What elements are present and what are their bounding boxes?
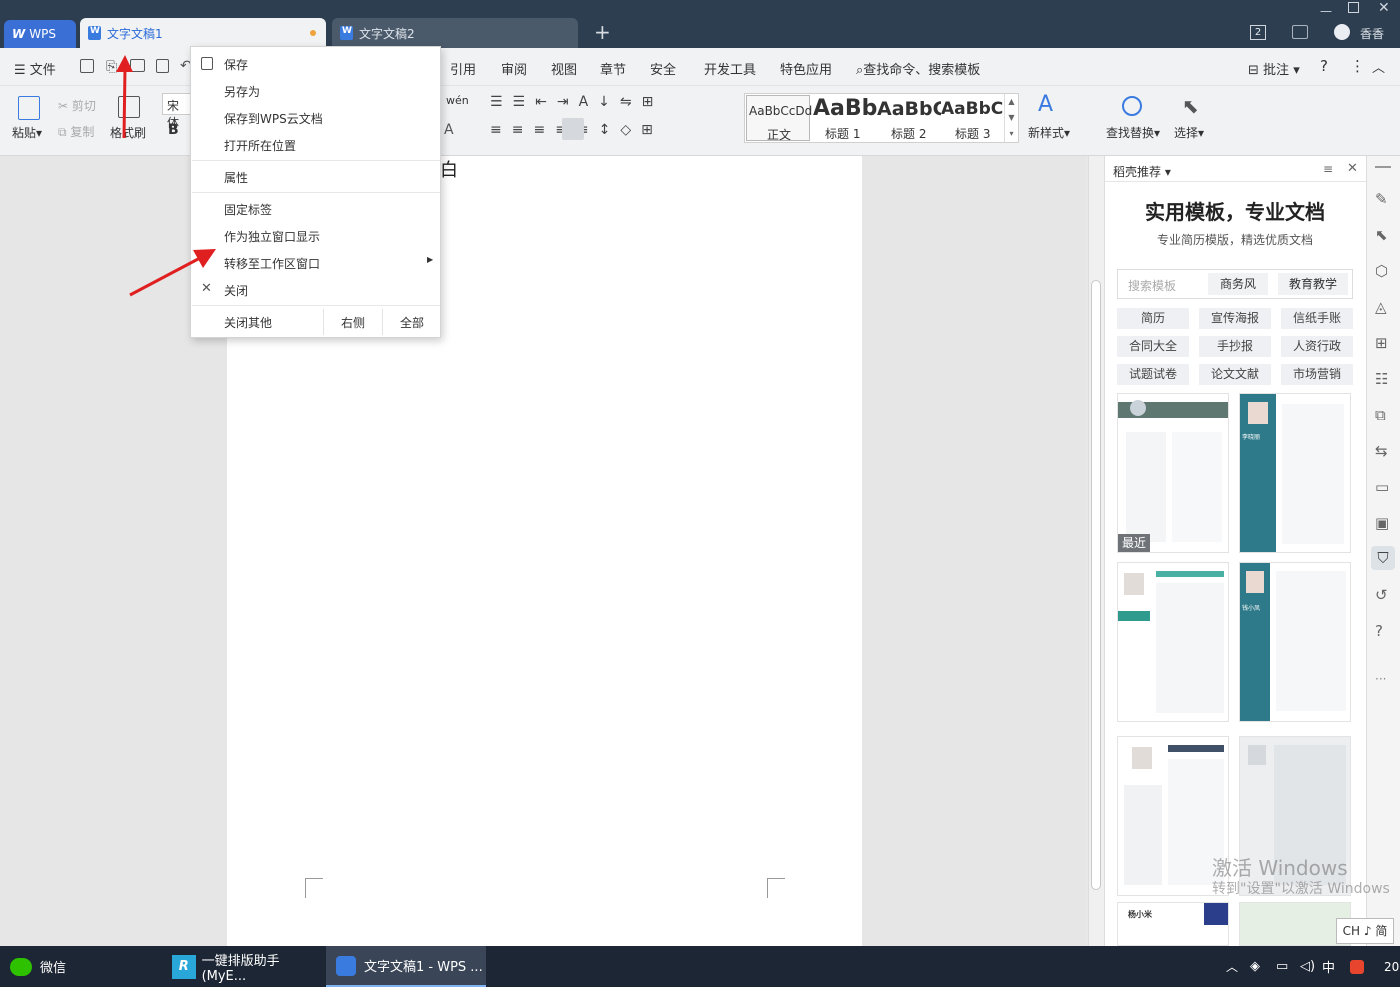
taskbar-label: 微信 — [40, 961, 67, 976]
sogou-logo-icon — [1350, 959, 1364, 974]
taskbar: 微信 R 一键排版助手(MyE... 文字文稿1 - WPS ... ︿ ◈ ▭… — [0, 946, 1400, 987]
annotation-arrows — [116, 55, 216, 297]
sogou-icon[interactable] — [1350, 946, 1364, 987]
clock[interactable]: 20 — [1384, 946, 1399, 987]
wechat-icon — [10, 957, 32, 976]
tray-expand-icon[interactable]: ︿ — [1226, 946, 1238, 987]
taskbar-wps-doc[interactable]: 文字文稿1 - WPS ... — [326, 946, 486, 987]
annotation-arrow-up — [122, 67, 127, 139]
wps-writer-icon — [336, 955, 356, 976]
tray-app-icon[interactable]: ◈ — [1250, 946, 1260, 987]
ime-mode[interactable]: 中 — [1322, 946, 1335, 987]
taskbar-wechat[interactable]: 微信 — [10, 946, 160, 987]
myeditor-icon: R — [172, 954, 196, 979]
taskbar-label: 一键排版助手(MyE... — [201, 953, 280, 984]
arrowhead-up-icon — [116, 55, 133, 72]
annotation-arrow-diagonal — [129, 256, 201, 297]
taskbar-label: 文字文稿1 - WPS ... — [364, 960, 483, 975]
taskbar-myeditor[interactable]: R 一键排版助手(MyE... — [172, 946, 322, 987]
network-icon[interactable]: ▭ — [1276, 946, 1288, 987]
volume-icon[interactable]: ◁) — [1300, 946, 1315, 987]
